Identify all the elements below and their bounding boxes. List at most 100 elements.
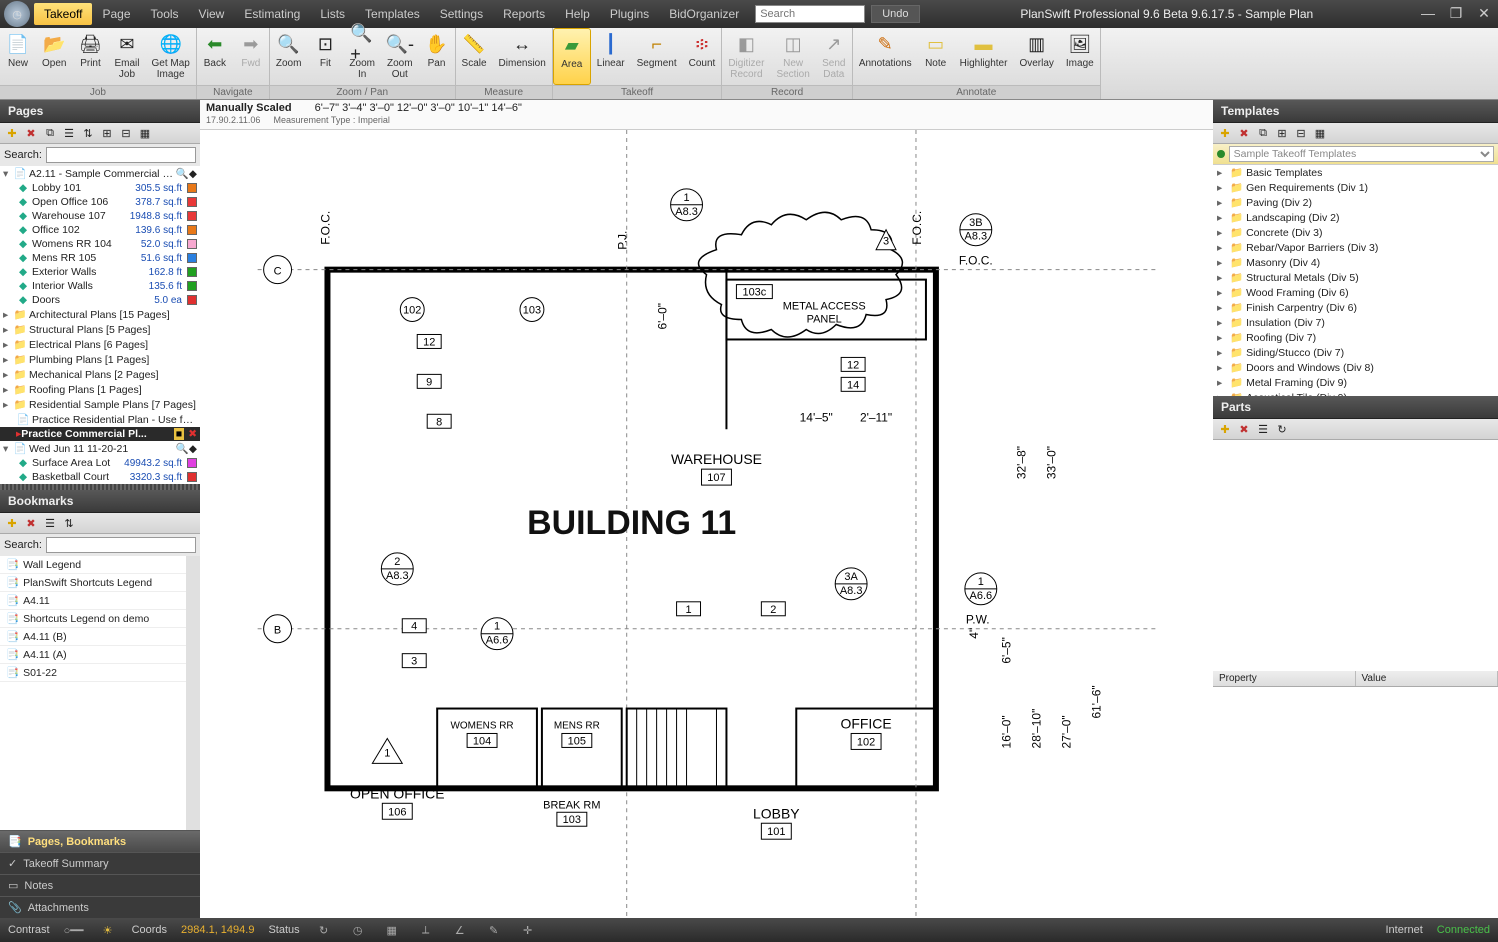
pages-date-item-1[interactable]: ◆Basketball Court3320.3 sq.ft [0,470,200,484]
bookmark-4[interactable]: 📑A4.11 (B) [0,628,186,646]
floor-plan[interactable]: C B 1A8.3 3BA8.3 2A8.3 1A6.6 3AA8.3 1A6.… [200,130,1213,918]
parts-refresh-icon[interactable]: ↻ [1274,421,1290,437]
accordion-pages-bookmarks[interactable]: 📑Pages, Bookmarks [0,830,200,852]
template-folder-5[interactable]: ▸📁Rebar/Vapor Barriers (Div 3) [1213,240,1498,255]
parts-new-icon[interactable]: ✚ [1217,421,1233,437]
sb-angle-icon[interactable]: ∠ [450,920,470,940]
ribbon-overlay-button[interactable]: ▥Overlay [1013,28,1059,85]
practice-commercial[interactable]: ▸Practice Commercial Pl...■✖ [0,427,200,441]
pages-item-0[interactable]: ◆Lobby 101305.5 sq.ft [0,181,200,195]
menu-templates[interactable]: Templates [355,3,430,25]
template-folder-14[interactable]: ▸📁Metal Framing (Div 9) [1213,375,1498,390]
scrollbar[interactable] [186,556,200,830]
tmpl-expand-icon[interactable]: ⊞ [1274,125,1290,141]
template-folder-1[interactable]: ▸📁Gen Requirements (Div 1) [1213,180,1498,195]
pages-item-2[interactable]: ◆Warehouse 1071948.8 sq.ft [0,209,200,223]
template-folder-12[interactable]: ▸📁Siding/Stucco (Div 7) [1213,345,1498,360]
sb-rotate-icon[interactable]: ↻ [314,920,334,940]
ribbon-dimension-button[interactable]: ↔Dimension [493,28,552,85]
templates-dropdown[interactable]: Sample Takeoff Templates [1229,146,1494,162]
pages-item-3[interactable]: ◆Office 102139.6 sq.ft [0,223,200,237]
bookmark-3[interactable]: 📑Shortcuts Legend on demo [0,610,186,628]
sb-pencil-icon[interactable]: ✎ [484,920,504,940]
pages-folder-1[interactable]: ▸📁Structural Plans [5 Pages] [0,322,200,337]
collapse-icon[interactable]: ⊟ [118,125,134,141]
bookmarks-search-input[interactable] [46,537,196,553]
bm-props-icon[interactable]: ☰ [42,515,58,531]
menu-page[interactable]: Page [92,3,140,25]
tmpl-grid-icon[interactable]: ▦ [1312,125,1328,141]
template-folder-2[interactable]: ▸📁Paving (Div 2) [1213,195,1498,210]
sun-icon[interactable]: ☀ [98,920,118,940]
menu-view[interactable]: View [189,3,235,25]
pages-item-6[interactable]: ◆Exterior Walls162.8 ft [0,265,200,279]
parts-property-grid[interactable] [1213,687,1498,918]
pages-folder-2[interactable]: ▸📁Electrical Plans [6 Pages] [0,337,200,352]
template-folder-6[interactable]: ▸📁Masonry (Div 4) [1213,255,1498,270]
maximize-button[interactable]: ❐ [1444,5,1468,23]
sb-crosshair-icon[interactable]: ✛ [518,920,538,940]
copy-icon[interactable]: ⧉ [42,125,58,141]
parts-view-icon[interactable]: ☰ [1255,421,1271,437]
sb-grid-icon[interactable]: ▦ [382,920,402,940]
accordion-takeoff-summary[interactable]: ✓Takeoff Summary [0,852,200,874]
delete-icon[interactable]: ✖ [23,125,39,141]
pages-folder-5[interactable]: ▸📁Roofing Plans [1 Pages] [0,382,200,397]
menu-search-input[interactable] [755,5,865,23]
grid-icon[interactable]: ▦ [137,125,153,141]
pages-date-node[interactable]: ▾📄Wed Jun 11 11-20-21🔍◆ [0,441,200,456]
ribbon-annotations-button[interactable]: ✎Annotations [853,28,918,85]
ribbon-print-button[interactable]: 🖨Print [72,28,108,85]
pages-item-8[interactable]: ◆Doors5.0 ea [0,293,200,307]
props-icon[interactable]: ☰ [61,125,77,141]
bm-del-icon[interactable]: ✖ [23,515,39,531]
pages-folder-6[interactable]: ▸📁Residential Sample Plans [7 Pages] [0,397,200,412]
ribbon-highlighter-button[interactable]: ▬Highlighter [954,28,1014,85]
pages-date-item-0[interactable]: ◆Surface Area Lot49943.2 sq.ft [0,456,200,470]
ribbon-linear-button[interactable]: ┃Linear [591,28,631,85]
parts-del-icon[interactable]: ✖ [1236,421,1252,437]
ribbon-pan-button[interactable]: ✋Pan [419,28,455,85]
tmpl-collapse-icon[interactable]: ⊟ [1293,125,1309,141]
pages-item-7[interactable]: ◆Interior Walls135.6 ft [0,279,200,293]
accordion-attachments[interactable]: 📎Attachments [0,896,200,918]
contrast-slider[interactable]: ○━━ [64,920,84,940]
sort-icon[interactable]: ⇅ [80,125,96,141]
bm-sort-icon[interactable]: ⇅ [61,515,77,531]
ribbon-image-button[interactable]: 🖼Image [1060,28,1100,85]
ribbon-scale-button[interactable]: 📏Scale [456,28,493,85]
pages-search-input[interactable] [46,147,196,163]
ribbon-back-button[interactable]: ⬅Back [197,28,233,85]
pages-item-5[interactable]: ◆Mens RR 10551.6 sq.ft [0,251,200,265]
sb-clock-icon[interactable]: ◷ [348,920,368,940]
pages-folder-3[interactable]: ▸📁Plumbing Plans [1 Pages] [0,352,200,367]
accordion-notes[interactable]: ▭Notes [0,874,200,896]
menu-help[interactable]: Help [555,3,600,25]
menu-tools[interactable]: Tools [141,3,189,25]
menu-takeoff[interactable]: Takeoff [34,3,92,25]
ribbon-fit-button[interactable]: ⊡Fit [307,28,343,85]
template-folder-0[interactable]: ▸📁Basic Templates [1213,165,1498,180]
template-folder-3[interactable]: ▸📁Landscaping (Div 2) [1213,210,1498,225]
pages-folder-4[interactable]: ▸📁Mechanical Plans [2 Pages] [0,367,200,382]
practice-residential[interactable]: 📄Practice Residential Plan - Use for dem… [0,412,200,427]
bookmark-2[interactable]: 📑A4.11 [0,592,186,610]
ribbon-email-job-button[interactable]: ✉Email Job [108,28,145,85]
ribbon-open-button[interactable]: 📂Open [36,28,72,85]
menu-bidorganizer[interactable]: BidOrganizer [659,3,749,25]
pages-root[interactable]: ▾📄A2.11 - Sample Commercial Floor Pl...🔍… [0,166,200,181]
bookmark-6[interactable]: 📑S01-22 [0,664,186,682]
ribbon-segment-button[interactable]: ⌐Segment [631,28,683,85]
menu-plugins[interactable]: Plugins [600,3,659,25]
sb-ruler-icon[interactable]: ⟂ [416,920,436,940]
undo-button[interactable]: Undo [871,5,919,23]
template-folder-10[interactable]: ▸📁Insulation (Div 7) [1213,315,1498,330]
bookmark-1[interactable]: 📑PlanSwift Shortcuts Legend [0,574,186,592]
minimize-button[interactable]: — [1416,5,1440,23]
ribbon-zoom-out-button[interactable]: 🔍-Zoom Out [381,28,419,85]
tmpl-del-icon[interactable]: ✖ [1236,125,1252,141]
expand-icon[interactable]: ⊞ [99,125,115,141]
ribbon-area-button[interactable]: ▰Area [553,28,591,85]
bookmark-5[interactable]: 📑A4.11 (A) [0,646,186,664]
ribbon-note-button[interactable]: ▭Note [918,28,954,85]
